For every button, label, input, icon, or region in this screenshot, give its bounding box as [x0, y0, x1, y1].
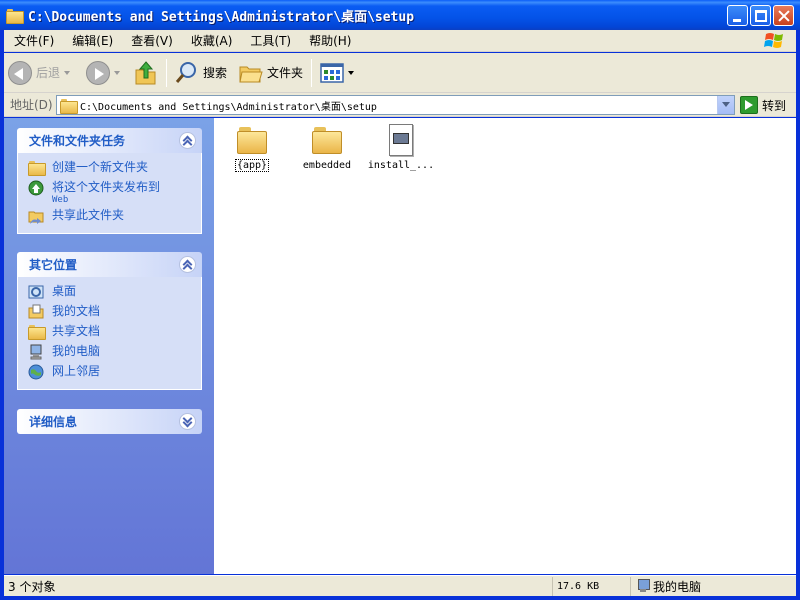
- folders-label: 文件夹: [267, 66, 304, 80]
- document-icon: [385, 124, 417, 156]
- search-icon: [175, 61, 197, 83]
- menu-bar: 文件(F) 编辑(E) 查看(V) 收藏(A) 工具(T) 帮助(H): [4, 30, 796, 52]
- file-name: {app}: [234, 159, 270, 172]
- place-label: 我的电脑: [52, 344, 101, 358]
- place-network[interactable]: 网上邻居: [28, 363, 201, 383]
- views-icon: [320, 62, 344, 83]
- my-computer-icon: [637, 579, 650, 593]
- collapse-icon[interactable]: [179, 256, 196, 273]
- search-button[interactable]: 搜索: [171, 57, 231, 89]
- go-button[interactable]: 转到: [740, 95, 786, 115]
- folder-icon: [6, 8, 24, 24]
- go-label: 转到: [762, 98, 787, 113]
- forward-button[interactable]: [82, 57, 124, 89]
- back-arrow-icon: [8, 60, 32, 85]
- network-places-icon: [28, 364, 44, 380]
- other-places-title: 其它位置: [29, 258, 78, 272]
- file-name: embedded: [302, 160, 352, 171]
- address-path: C:\Documents and Settings\Administrator\…: [80, 101, 377, 113]
- place-label: 网上邻居: [52, 364, 101, 378]
- back-button[interactable]: 后退: [4, 57, 74, 89]
- file-item[interactable]: embedded: [290, 124, 364, 171]
- back-label: 后退: [36, 66, 61, 80]
- toolbar-separator: [311, 58, 313, 87]
- title-bar[interactable]: C:\Documents and Settings\Administrator\…: [0, 0, 800, 30]
- address-dropdown-button[interactable]: [717, 96, 734, 114]
- chevron-down-icon[interactable]: [114, 70, 121, 75]
- menu-view[interactable]: 查看(V): [121, 32, 181, 49]
- toolbar-separator: [166, 58, 168, 87]
- status-object-count: 3 个对象: [4, 576, 553, 596]
- address-label: 地址(D): [10, 98, 53, 112]
- toolbar: 后退 搜索 文件夹: [4, 53, 796, 93]
- task-new-folder[interactable]: 创建一个新文件夹: [28, 159, 201, 179]
- publish-web-icon: [28, 180, 44, 196]
- folder-icon: [236, 124, 268, 156]
- folders-button[interactable]: 文件夹: [235, 57, 307, 89]
- status-size: 17.6 KB: [553, 576, 631, 596]
- desktop-icon: [28, 285, 44, 299]
- place-my-computer[interactable]: 我的电脑: [28, 343, 201, 363]
- up-folder-icon: [135, 60, 156, 84]
- task-label: 将这个文件夹发布到 Web: [52, 180, 161, 205]
- task-publish-web[interactable]: 将这个文件夹发布到 Web: [28, 179, 201, 207]
- maximize-button[interactable]: [750, 5, 771, 26]
- place-label: 我的文档: [52, 304, 101, 318]
- details-panel: 详细信息: [17, 409, 202, 434]
- views-button[interactable]: [316, 57, 358, 89]
- other-places-header[interactable]: 其它位置: [17, 252, 202, 277]
- search-label: 搜索: [203, 66, 228, 80]
- task-pane: 文件和文件夹任务 创建一个新文件夹 将这个文件夹发布到 Web 共享此文件夹 其…: [4, 118, 214, 574]
- task-label: 创建一个新文件夹: [52, 160, 149, 174]
- address-input[interactable]: C:\Documents and Settings\Administrator\…: [56, 95, 735, 115]
- location-text: 我的电脑: [653, 579, 702, 594]
- file-tasks-panel: 文件和文件夹任务 创建一个新文件夹 将这个文件夹发布到 Web 共享此文件夹: [17, 128, 202, 234]
- chevron-down-icon[interactable]: [348, 70, 355, 75]
- menu-tools[interactable]: 工具(T): [240, 32, 299, 49]
- place-desktop[interactable]: 桌面: [28, 283, 201, 303]
- file-tasks-header[interactable]: 文件和文件夹任务: [17, 128, 202, 153]
- other-places-panel: 其它位置 桌面 我的文档 共享文档 我的电脑 网上邻居: [17, 252, 202, 390]
- task-share-folder[interactable]: 共享此文件夹: [28, 207, 201, 227]
- status-location: 我的电脑: [631, 577, 796, 596]
- place-label: 桌面: [52, 284, 77, 298]
- up-folder-button[interactable]: [130, 57, 162, 89]
- collapse-icon[interactable]: [179, 132, 196, 149]
- shared-documents-icon: [28, 324, 46, 340]
- place-my-documents[interactable]: 我的文档: [28, 303, 201, 323]
- expand-icon[interactable]: [179, 413, 196, 430]
- menu-file[interactable]: 文件(F): [4, 32, 62, 49]
- close-button[interactable]: [773, 5, 794, 26]
- file-tasks-title: 文件和文件夹任务: [29, 134, 126, 148]
- place-label: 共享文档: [52, 324, 101, 338]
- status-bar: 3 个对象 17.6 KB 我的电脑: [4, 575, 796, 596]
- file-list[interactable]: {app} embedded install_...: [214, 118, 796, 574]
- go-arrow-icon: [740, 96, 758, 114]
- task-label: 共享此文件夹: [52, 208, 125, 222]
- object-count-text: 3 个对象: [8, 579, 56, 594]
- chevron-down-icon[interactable]: [64, 70, 71, 75]
- file-item[interactable]: install_...: [364, 124, 438, 171]
- menu-edit[interactable]: 编辑(E): [62, 32, 121, 49]
- folders-icon: [239, 66, 263, 82]
- details-title: 详细信息: [29, 415, 78, 429]
- place-shared-documents[interactable]: 共享文档: [28, 323, 201, 343]
- menu-help[interactable]: 帮助(H): [299, 32, 359, 49]
- folder-icon: [60, 98, 78, 114]
- minimize-button[interactable]: [727, 5, 748, 26]
- menu-favorites[interactable]: 收藏(A): [181, 32, 241, 49]
- share-folder-icon: [28, 211, 44, 224]
- windows-logo-icon: [764, 33, 783, 48]
- details-header[interactable]: 详细信息: [17, 409, 202, 434]
- my-documents-icon: [28, 304, 44, 319]
- file-item[interactable]: {app}: [215, 124, 289, 172]
- size-text: 17.6 KB: [557, 580, 600, 592]
- file-name: install_...: [367, 160, 435, 171]
- my-computer-icon: [30, 344, 42, 360]
- forward-arrow-icon: [86, 60, 111, 85]
- address-bar: 地址(D) C:\Documents and Settings\Administ…: [4, 93, 796, 117]
- new-folder-icon: [28, 160, 46, 176]
- window-title: C:\Documents and Settings\Administrator\…: [28, 9, 415, 25]
- folder-icon: [311, 124, 343, 156]
